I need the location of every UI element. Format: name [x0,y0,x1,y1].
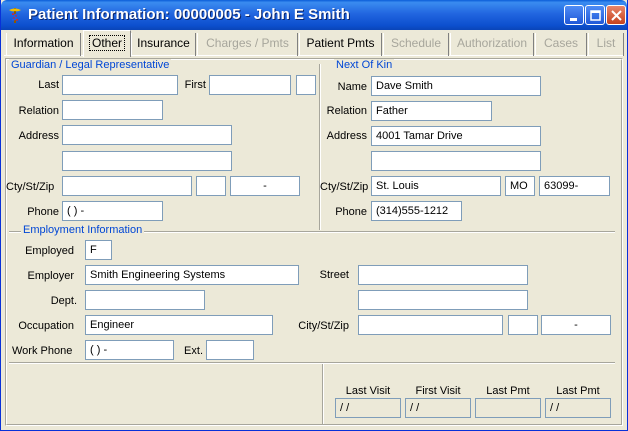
guardian-state-input[interactable] [196,176,226,196]
kin-phone-label: Phone [335,206,367,218]
kin-relation-input[interactable]: Father [371,101,492,121]
section-divider [322,364,324,424]
guardian-address-label: Address [18,130,59,142]
kin-address-label: Address [326,130,367,142]
last-visit-value: / / [335,398,401,418]
employed-label: Employed [25,245,74,257]
guardian-last-input[interactable] [62,75,178,95]
first-visit-value: / / [405,398,471,418]
title-bar[interactable]: Patient Information: 00000005 - John E S… [1,0,627,30]
tab-cases[interactable]: Cases [535,33,587,56]
kin-address2-input[interactable] [371,151,541,171]
maximize-button[interactable] [585,5,605,25]
tab-schedule[interactable]: Schedule [383,33,449,56]
tab-patient-pmts[interactable]: Patient Pmts [299,33,382,56]
dept-label: Dept. [50,295,77,307]
tab-other[interactable]: Other [83,30,131,57]
work-phone-label: Work Phone [12,345,73,357]
guardian-city-input[interactable] [62,176,192,196]
maximize-icon [590,10,601,21]
tab-information[interactable]: Information [6,33,81,56]
guardian-first-input[interactable] [209,75,291,95]
ext-label: Ext. [184,345,203,357]
tab-authorization[interactable]: Authorization [450,33,534,56]
kin-csz-label: Cty/St/Zip [320,181,369,193]
close-button[interactable] [606,5,626,25]
kin-name-input[interactable]: Dave Smith [371,76,541,96]
kin-phone-input[interactable]: (314)555-1212 [371,201,462,221]
employer-state-input[interactable] [508,315,538,335]
kin-zip-input[interactable]: 63099- [539,176,610,196]
guardian-last-label: Last [38,79,59,91]
ext-input[interactable] [206,340,254,360]
kin-address1-input[interactable]: 4001 Tamar Drive [371,126,541,146]
last-pmt-date-label: Last Pmt [556,385,600,397]
caduceus-icon [9,8,21,23]
occupation-input[interactable]: Engineer [85,315,273,335]
guardian-zip-input[interactable]: - [230,176,300,196]
guardian-first-label: First [184,79,206,91]
last-pmt-date-value: / / [545,398,611,418]
patient-information-window: Patient Information: 00000005 - John E S… [0,0,628,431]
last-visit-label: Last Visit [345,385,391,397]
tab-other-label: Other [88,35,125,51]
guardian-csz-label: Cty/St/Zip [6,181,55,193]
guardian-address2-input[interactable] [62,151,232,171]
last-pmt-label: Last Pmt [486,385,530,397]
guardian-group-title: Guardian / Legal Representative [9,59,172,71]
guardian-phone-label: Phone [27,206,59,218]
tab-list[interactable]: List [588,33,624,56]
employer-input[interactable]: Smith Engineering Systems [85,265,299,285]
guardian-address1-input[interactable] [62,125,232,145]
employer-csz-label: City/St/Zip [298,320,349,332]
occupation-label: Occupation [18,320,74,332]
work-phone-input[interactable]: ( ) - [85,340,174,360]
kin-name-label: Name [337,81,367,93]
guardian-phone-input[interactable]: ( ) - [62,201,163,221]
first-visit-label: First Visit [415,385,461,397]
kin-relation-label: Relation [326,105,367,117]
close-icon [611,10,622,21]
tab-insurance[interactable]: Insurance [131,33,196,56]
employer-zip-input[interactable]: - [541,315,611,335]
street-label: Street [319,269,349,281]
employer-label: Employer [27,270,74,282]
minimize-button[interactable] [564,5,584,25]
tab-strip: Information Other Insurance Charges / Pm… [4,30,624,57]
guardian-relation-input[interactable] [62,100,163,120]
kin-group-title: Next Of Kin [334,59,395,71]
tab-charges-pmts[interactable]: Charges / Pmts [197,33,298,56]
street2-input[interactable] [358,290,528,310]
window-title: Patient Information: 00000005 - John E S… [28,6,350,23]
guardian-mi-input[interactable] [296,75,316,95]
kin-city-input[interactable]: St. Louis [371,176,501,196]
street1-input[interactable] [358,265,528,285]
employment-group-title: Employment Information [21,224,145,236]
kin-state-input[interactable]: MO [505,176,535,196]
dept-input[interactable] [85,290,205,310]
employer-city-input[interactable] [358,315,503,335]
last-pmt-value [475,398,541,418]
guardian-relation-label: Relation [18,105,59,117]
employed-input[interactable]: F [85,240,112,260]
minimize-icon [570,18,577,21]
section-divider [9,362,615,364]
